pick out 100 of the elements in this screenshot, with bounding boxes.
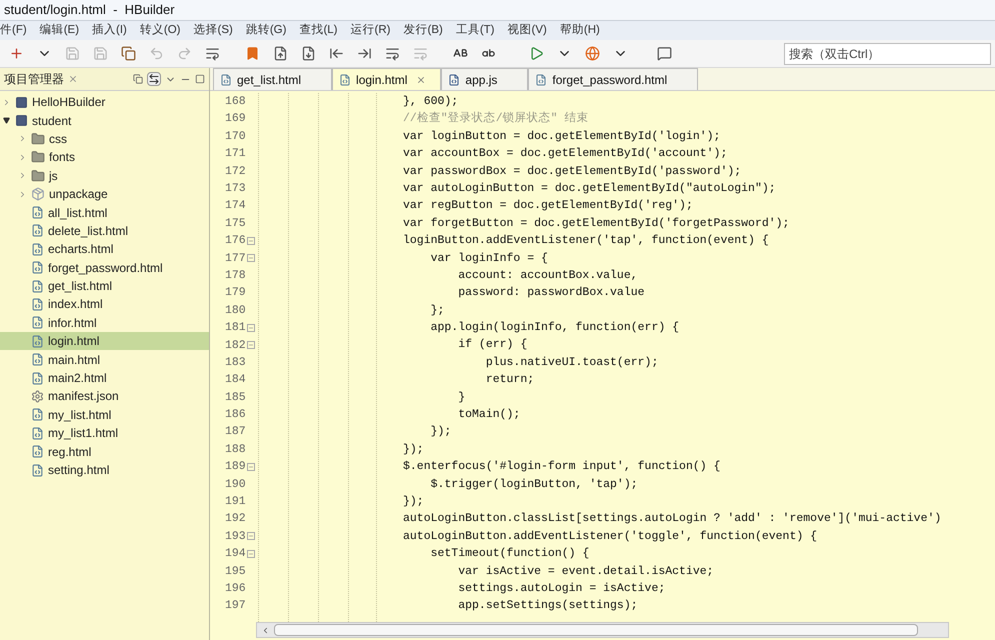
code-line: var forgetButton = doc.getElementById('forgetPassword'); — [403, 216, 790, 232]
line-number: 180 — [225, 302, 246, 319]
code-line: $.trigger(loginButton, 'tap'); — [430, 476, 639, 493]
tree-item[interactable]: delete_list.html — [0, 222, 209, 240]
line-number: 174 — [225, 198, 246, 214]
package-icon — [31, 187, 45, 202]
file-icon — [31, 353, 44, 366]
file-icon — [31, 334, 44, 348]
line-number: 187 — [225, 424, 246, 440]
tree-item[interactable]: get_list.html — [0, 276, 209, 296]
menu-item[interactable]: 运行(R) — [350, 22, 390, 40]
menu-item[interactable]: 件(F) — [0, 22, 27, 40]
menu-item[interactable]: 发行(B) — [403, 22, 443, 40]
tab-label: get_list.html — [237, 72, 302, 88]
html-file-icon — [535, 74, 548, 86]
editor-tab[interactable]: get_list.html — [213, 68, 332, 90]
tree-item[interactable]: main2.html — [0, 368, 209, 388]
tree-item[interactable]: css — [0, 130, 209, 148]
file-icon — [31, 445, 44, 458]
folder-icon — [31, 150, 45, 164]
code-line: account: accountBox.value, — [457, 268, 639, 284]
maximize-icon[interactable] — [195, 74, 205, 84]
tree-item[interactable]: my_list1.html — [0, 424, 209, 442]
code-line: password: passwordBox.value — [457, 285, 646, 302]
line-number: 189 — [225, 459, 246, 476]
code-line: $.enterfocus('#login-form input', function() { — [403, 459, 722, 476]
code-line: var passwordBox = doc.getElementById('password'); — [403, 164, 742, 180]
tree-item[interactable]: fonts — [0, 148, 209, 167]
link-editor-icon[interactable] — [147, 72, 161, 86]
tree-item[interactable]: main.html — [0, 350, 209, 369]
html-file-icon — [220, 74, 232, 86]
menu-item[interactable]: 选择(S) — [194, 22, 233, 40]
fold-icon[interactable] — [246, 324, 255, 332]
panel-title: 项目管理器 — [4, 71, 64, 88]
close-icon[interactable] — [416, 74, 426, 84]
tree-item[interactable]: my_list.html — [0, 406, 209, 424]
line-number: 194 — [225, 546, 246, 562]
fold-icon[interactable] — [246, 462, 255, 471]
line-number: 173 — [225, 181, 246, 198]
tab-label: login.html — [356, 72, 408, 88]
close-icon[interactable] — [68, 74, 78, 84]
tree-item[interactable]: forget_password.html — [0, 258, 209, 277]
file-icon — [31, 206, 44, 220]
line-number: 186 — [225, 407, 246, 424]
line-number: 188 — [225, 442, 246, 458]
line-number: 176 — [225, 233, 246, 250]
code-line: toMain(); — [457, 407, 522, 424]
search-field[interactable]: 搜索（双击Ctrl） — [784, 42, 991, 64]
tree-item[interactable]: HelloHBuilder — [0, 93, 209, 112]
project-icon — [15, 96, 28, 109]
editor-tab[interactable]: forget_password.html — [528, 68, 698, 90]
line-number: 185 — [225, 390, 246, 406]
tree-item[interactable]: js — [0, 166, 209, 185]
fold-icon[interactable] — [246, 532, 255, 540]
code-line: setTimeout(function() { — [430, 546, 590, 562]
menu-item[interactable]: 帮助(H) — [560, 22, 600, 40]
fold-icon[interactable] — [246, 236, 255, 245]
expanded-arrow-icon[interactable] — [2, 117, 11, 124]
menu-item[interactable]: 视图(V) — [508, 22, 547, 40]
code-line: app.login(loginInfo, function(err) { — [430, 320, 680, 336]
line-number: 170 — [225, 128, 246, 145]
window-title: student/login.html - HBuilder — [4, 1, 175, 20]
line-number: 179 — [225, 285, 246, 302]
tree-item[interactable]: reg.html — [0, 442, 209, 461]
menu-item[interactable]: 工具(T) — [456, 22, 495, 40]
menu-item[interactable]: 查找(L) — [299, 22, 338, 40]
collapse-all-icon[interactable] — [133, 74, 143, 84]
tree-item[interactable]: login.html — [0, 332, 209, 350]
horizontal-scrollbar[interactable] — [256, 622, 949, 638]
line-number: 171 — [225, 146, 246, 162]
file-icon — [31, 280, 44, 293]
tree-item[interactable]: setting.html — [0, 460, 209, 480]
menu-item[interactable]: 插入(I) — [92, 22, 127, 40]
tree-item[interactable]: all_list.html — [0, 203, 209, 222]
gear-icon — [31, 390, 44, 403]
file-icon — [31, 464, 44, 476]
fold-icon[interactable] — [246, 550, 255, 558]
tree-item[interactable]: manifest.json — [0, 387, 209, 406]
tree-item[interactable]: echarts.html — [0, 240, 209, 259]
folder-icon — [31, 168, 45, 183]
menu-item[interactable]: 跳转(G) — [246, 22, 286, 40]
fold-icon[interactable] — [246, 254, 255, 262]
line-number: 196 — [225, 581, 246, 597]
scrollbar-thumb[interactable] — [274, 624, 918, 636]
tree-item[interactable]: infor.html — [0, 314, 209, 332]
tree-item[interactable]: student — [0, 111, 209, 130]
scroll-left-icon[interactable] — [261, 626, 270, 634]
editor-tab[interactable]: login.html — [332, 68, 442, 90]
file-icon — [31, 372, 44, 385]
folder-icon — [31, 132, 45, 146]
editor-tab[interactable]: app.js — [441, 68, 528, 90]
fold-icon[interactable] — [246, 341, 255, 350]
menu-item[interactable]: 转义(O) — [140, 22, 180, 40]
tree-item[interactable]: index.html — [0, 295, 209, 314]
code-line: app.setSettings(settings); — [457, 598, 639, 614]
file-icon — [31, 242, 44, 256]
line-number: 169 — [225, 111, 246, 128]
menu-item[interactable]: 编辑(E) — [40, 22, 80, 40]
tree-item[interactable]: unpackage — [0, 184, 209, 204]
code-line: var accountBox = doc.getElementById('account'); — [403, 146, 728, 162]
